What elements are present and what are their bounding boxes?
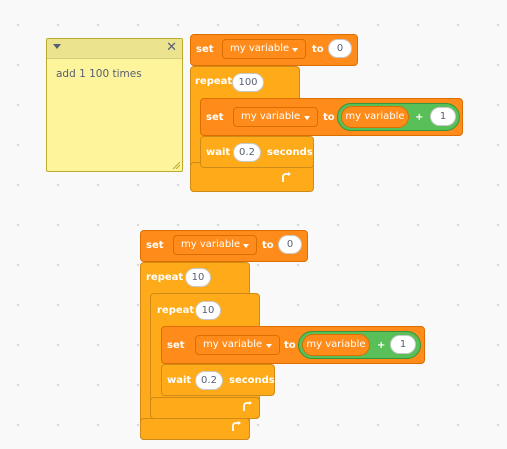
resize-handle-icon[interactable]: [172, 161, 180, 169]
plus-operator-label: +: [377, 340, 386, 351]
variable-reporter[interactable]: my variable: [302, 334, 370, 356]
variable-dropdown[interactable]: my variable: [222, 39, 306, 59]
set-label: set: [196, 44, 214, 55]
comment-note[interactable]: ✕ add 1 100 times: [46, 38, 183, 172]
loop-arrow-icon: [232, 421, 241, 431]
variable-dropdown-label: my variable: [181, 239, 241, 250]
plus-operator-label: +: [415, 112, 424, 123]
dropdown-caret-icon: [304, 116, 310, 120]
seconds-label: seconds: [229, 375, 275, 386]
close-icon[interactable]: ✕: [166, 40, 177, 56]
comment-header[interactable]: ✕: [47, 39, 182, 59]
set-value-input[interactable]: 0: [278, 235, 302, 254]
wait-label: wait: [206, 147, 231, 158]
collapse-arrow-icon[interactable]: [53, 44, 61, 49]
set-label: set: [146, 240, 164, 251]
variable-dropdown-label: my variable: [203, 339, 263, 350]
wait-seconds-input[interactable]: 0.2: [233, 143, 261, 162]
to-label: to: [262, 240, 274, 251]
loop-arrow-icon: [243, 401, 252, 411]
variable-dropdown-label: my variable: [230, 43, 290, 54]
repeat-label: repeat: [157, 305, 195, 316]
seconds-label: seconds: [267, 147, 313, 158]
repeat-count-input[interactable]: 10: [185, 268, 211, 287]
comment-text[interactable]: add 1 100 times: [56, 68, 142, 80]
wait-seconds-input[interactable]: 0.2: [195, 371, 223, 390]
operand-input[interactable]: 1: [390, 335, 416, 354]
variable-dropdown-label: my variable: [241, 111, 301, 122]
dropdown-caret-icon: [292, 48, 298, 52]
variable-dropdown[interactable]: my variable: [233, 107, 318, 127]
set-value-input[interactable]: 0: [328, 39, 352, 58]
repeat-label: repeat: [146, 272, 184, 283]
variable-dropdown[interactable]: my variable: [195, 335, 280, 355]
to-label: to: [284, 340, 296, 351]
wait-label: wait: [167, 375, 192, 386]
to-label: to: [312, 44, 324, 55]
operand-input[interactable]: 1: [430, 107, 456, 126]
variable-dropdown[interactable]: my variable: [173, 235, 257, 255]
set-label: set: [206, 112, 224, 123]
repeat-count-input[interactable]: 100: [232, 73, 264, 92]
dropdown-caret-icon: [243, 244, 249, 248]
set-label: set: [167, 340, 185, 351]
dropdown-caret-icon: [266, 344, 272, 348]
loop-arrow-icon: [282, 172, 291, 182]
repeat-count-input[interactable]: 10: [195, 301, 221, 320]
variable-reporter[interactable]: my variable: [341, 106, 409, 128]
to-label: to: [323, 112, 335, 123]
repeat-label: repeat: [195, 76, 233, 87]
